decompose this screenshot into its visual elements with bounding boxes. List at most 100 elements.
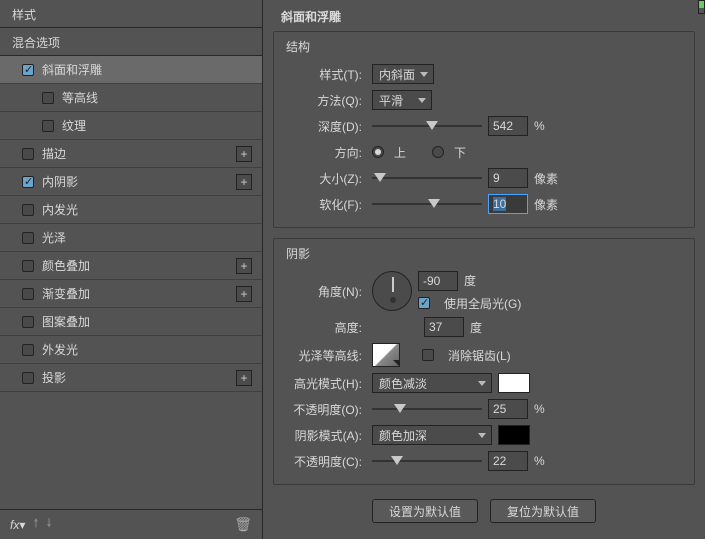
shadow-opacity-slider[interactable] <box>372 454 482 468</box>
style-select[interactable]: 内斜面 <box>372 64 434 84</box>
shadow-mode-label: 阴影模式(A): <box>284 427 366 444</box>
shadow-mode-select[interactable]: 颜色加深 <box>372 425 492 445</box>
size-input[interactable]: 9 <box>488 168 528 188</box>
settings-panel: 斜面和浮雕 结构 样式(T): 内斜面 方法(Q): 平滑 深度(D): 542… <box>263 0 705 539</box>
styles-sidebar: 样式 混合选项 斜面和浮雕等高线纹理描边内阴影内发光光泽颜色叠加渐变叠加图案叠加… <box>0 0 263 539</box>
style-label: 渐变叠加 <box>42 285 90 302</box>
style-row-0[interactable]: 斜面和浮雕 <box>0 56 262 84</box>
direction-up-radio[interactable] <box>372 146 384 158</box>
style-row-8[interactable]: 渐变叠加 <box>0 280 262 308</box>
add-effect-button[interactable] <box>236 258 252 274</box>
add-effect-button[interactable] <box>236 174 252 190</box>
style-label: 内阴影 <box>42 173 78 190</box>
add-effect-button[interactable] <box>236 370 252 386</box>
style-checkbox[interactable] <box>22 316 34 328</box>
altitude-unit: 度 <box>470 319 482 336</box>
style-row-9[interactable]: 图案叠加 <box>0 308 262 336</box>
style-checkbox[interactable] <box>22 204 34 216</box>
blend-options-title[interactable]: 混合选项 <box>0 28 262 56</box>
direction-down-radio[interactable] <box>432 146 444 158</box>
soften-slider[interactable] <box>372 197 482 211</box>
add-effect-button[interactable] <box>236 146 252 162</box>
indicator-icon <box>698 0 705 14</box>
style-checkbox[interactable] <box>22 232 34 244</box>
style-label: 斜面和浮雕 <box>42 61 102 78</box>
method-label: 方法(Q): <box>284 92 366 109</box>
fx-label[interactable]: fx▾ <box>10 518 25 532</box>
style-row-10[interactable]: 外发光 <box>0 336 262 364</box>
direction-label: 方向: <box>284 144 366 161</box>
depth-slider[interactable] <box>372 119 482 133</box>
depth-unit: % <box>534 119 558 133</box>
add-effect-button[interactable] <box>236 286 252 302</box>
style-row-1[interactable]: 等高线 <box>0 84 262 112</box>
style-checkbox[interactable] <box>22 176 34 188</box>
style-row-2[interactable]: 纹理 <box>0 112 262 140</box>
soften-label: 软化(F): <box>284 196 366 213</box>
move-down-icon[interactable]: 🠗 <box>47 514 52 535</box>
style-label: 内发光 <box>42 201 78 218</box>
shading-group: 阴影 角度(N): -90 度 使用全局光(G) 高度: 37 度 光泽等高线 <box>273 238 695 485</box>
shading-title: 阴影 <box>286 245 684 262</box>
size-unit: 像素 <box>534 170 558 187</box>
style-checkbox[interactable] <box>42 120 54 132</box>
altitude-input[interactable]: 37 <box>424 317 464 337</box>
style-checkbox[interactable] <box>22 148 34 160</box>
antialias-checkbox[interactable] <box>422 349 434 361</box>
highlight-opacity-slider[interactable] <box>372 402 482 416</box>
sidebar-header: 样式 <box>0 0 262 28</box>
depth-label: 深度(D): <box>284 118 366 135</box>
angle-input[interactable]: -90 <box>418 271 458 291</box>
style-checkbox[interactable] <box>22 64 34 76</box>
style-label: 外发光 <box>42 341 78 358</box>
shadow-color-swatch[interactable] <box>498 425 530 445</box>
highlight-opacity-unit: % <box>534 402 558 416</box>
trash-icon[interactable]: 🗑 <box>234 516 252 533</box>
style-label: 投影 <box>42 369 66 386</box>
global-light-label: 使用全局光(G) <box>444 295 521 312</box>
style-row-4[interactable]: 内阴影 <box>0 168 262 196</box>
highlight-mode-select[interactable]: 颜色减淡 <box>372 373 492 393</box>
style-checkbox[interactable] <box>22 288 34 300</box>
reset-default-button[interactable]: 复位为默认值 <box>490 499 596 523</box>
style-list: 斜面和浮雕等高线纹理描边内阴影内发光光泽颜色叠加渐变叠加图案叠加外发光投影 <box>0 56 262 509</box>
contour-picker[interactable] <box>372 343 400 367</box>
global-light-checkbox[interactable] <box>418 297 430 309</box>
size-label: 大小(Z): <box>284 170 366 187</box>
depth-input[interactable]: 542 <box>488 116 528 136</box>
altitude-label: 高度: <box>284 319 366 336</box>
style-checkbox[interactable] <box>22 372 34 384</box>
style-checkbox[interactable] <box>42 92 54 104</box>
style-row-7[interactable]: 颜色叠加 <box>0 252 262 280</box>
contour-label: 光泽等高线: <box>284 347 366 364</box>
soften-input[interactable]: 10 <box>488 194 528 214</box>
style-row-3[interactable]: 描边 <box>0 140 262 168</box>
size-slider[interactable] <box>372 171 482 185</box>
style-label: 等高线 <box>62 89 98 106</box>
highlight-opacity-input[interactable]: 25 <box>488 399 528 419</box>
style-label: 纹理 <box>62 117 86 134</box>
style-row-6[interactable]: 光泽 <box>0 224 262 252</box>
style-row-11[interactable]: 投影 <box>0 364 262 392</box>
angle-unit: 度 <box>464 272 476 289</box>
method-select[interactable]: 平滑 <box>372 90 432 110</box>
direction-down-label: 下 <box>454 144 466 161</box>
antialias-label: 消除锯齿(L) <box>448 347 511 364</box>
soften-unit: 像素 <box>534 196 558 213</box>
style-row-5[interactable]: 内发光 <box>0 196 262 224</box>
sidebar-footer: fx▾ 🠕 🠗 🗑 <box>0 509 262 539</box>
move-up-icon[interactable]: 🠕 <box>33 514 38 535</box>
angle-dial[interactable] <box>372 271 412 311</box>
highlight-mode-label: 高光模式(H): <box>284 375 366 392</box>
direction-up-label: 上 <box>394 144 406 161</box>
button-row: 设置为默认值 复位为默认值 <box>273 499 695 523</box>
style-checkbox[interactable] <box>22 344 34 356</box>
structure-title: 结构 <box>286 38 684 55</box>
style-label: 图案叠加 <box>42 313 90 330</box>
style-label: 颜色叠加 <box>42 257 90 274</box>
highlight-color-swatch[interactable] <box>498 373 530 393</box>
make-default-button[interactable]: 设置为默认值 <box>372 499 478 523</box>
shadow-opacity-input[interactable]: 22 <box>488 451 528 471</box>
style-checkbox[interactable] <box>22 260 34 272</box>
panel-title: 斜面和浮雕 <box>273 6 695 27</box>
